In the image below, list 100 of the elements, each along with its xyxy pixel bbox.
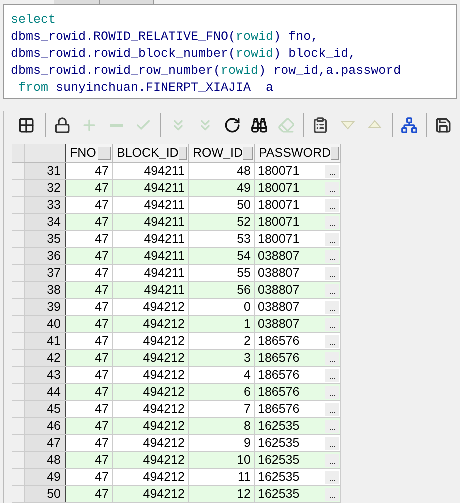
table-cell: 180071 [255, 214, 341, 230]
row-number[interactable]: 38 [25, 282, 66, 298]
column-header[interactable]: PASSWORD [255, 144, 341, 162]
row-number[interactable]: 32 [25, 180, 66, 196]
row-indicator[interactable] [12, 367, 25, 383]
grid-icon [18, 116, 35, 134]
table-cell: 47 [66, 248, 113, 264]
sort-button[interactable] [243, 146, 253, 160]
row-indicator[interactable] [12, 401, 25, 417]
ellipsis-button[interactable] [325, 232, 339, 246]
row-number[interactable]: 45 [25, 401, 66, 417]
row-number[interactable]: 36 [25, 248, 66, 264]
row-indicator[interactable] [12, 350, 25, 366]
table-cell: 47 [66, 418, 113, 434]
row-indicator[interactable] [12, 316, 25, 332]
row-number[interactable]: 39 [25, 299, 66, 315]
row-indicator[interactable] [12, 248, 25, 264]
row-number[interactable]: 47 [25, 435, 66, 451]
row-indicator[interactable] [12, 163, 25, 179]
ellipsis-button[interactable] [325, 488, 339, 500]
row-indicator[interactable] [12, 486, 25, 502]
table-cell: 494211 [113, 248, 189, 264]
row-indicator[interactable] [12, 333, 25, 349]
row-number[interactable]: 44 [25, 384, 66, 400]
table-cell: 47 [66, 316, 113, 332]
row-indicator[interactable] [12, 435, 25, 451]
code-line: select [11, 12, 58, 29]
ellipsis-button[interactable] [325, 250, 339, 262]
table-cell: 162535 [255, 418, 341, 434]
ellipsis-button[interactable] [325, 334, 339, 348]
row-indicator[interactable] [12, 265, 25, 281]
code-line: dbms_rowid.rowid_row_number(rowid) row_id,a.password [11, 62, 402, 80]
ellipsis-button[interactable] [325, 368, 339, 382]
table-cell: 494212 [113, 316, 189, 332]
column-header[interactable]: FNO [66, 144, 113, 162]
table-cell: 47 [66, 384, 113, 400]
ellipsis-button[interactable] [325, 216, 339, 228]
sort-button[interactable] [98, 146, 111, 160]
tree-icon [400, 116, 418, 134]
ellipsis-button[interactable] [325, 454, 339, 466]
row-number[interactable]: 31 [25, 163, 66, 179]
table-cell: 47 [66, 350, 113, 366]
row-indicator[interactable] [12, 231, 25, 247]
table-cell: 10 [189, 452, 255, 468]
row-number[interactable]: 34 [25, 214, 66, 230]
table-cell: 494212 [113, 384, 189, 400]
minus-icon [110, 124, 123, 127]
sort-button[interactable] [331, 146, 339, 160]
ellipsis-button[interactable] [325, 284, 339, 296]
row-indicator[interactable] [12, 418, 25, 434]
row-number[interactable]: 46 [25, 418, 66, 434]
row-indicator[interactable] [12, 282, 25, 298]
ellipsis-button[interactable] [325, 436, 339, 450]
ellipsis-button[interactable] [325, 470, 339, 484]
row-number[interactable]: 41 [25, 333, 66, 349]
table-cell: 038807 [255, 316, 341, 332]
row-indicator[interactable] [12, 384, 25, 400]
ellipsis-button[interactable] [325, 266, 339, 280]
table-cell: 038807 [255, 248, 341, 264]
row-number[interactable]: 48 [25, 452, 66, 468]
sql-editor[interactable]: select dbms_rowid.ROWID_RELATIVE_FNO(rowid) fno, dbms_rowid.rowid_block_number(rowid) block_id, dbms_rowid.rowid_row_number(rowid) row_id,a.password from sunyinchuan.FINERPT_XIAJIA a [3, 4, 457, 98]
table-cell: 494212 [113, 452, 189, 468]
row-number[interactable]: 33 [25, 197, 66, 213]
ellipsis-button[interactable] [325, 402, 339, 416]
ellipsis-button[interactable] [325, 182, 339, 194]
row-indicator[interactable] [12, 299, 25, 315]
row-number[interactable]: 37 [25, 265, 66, 281]
ellipsis-button[interactable] [325, 352, 339, 364]
sort-button[interactable] [178, 146, 187, 160]
ellipsis-button[interactable] [325, 198, 339, 212]
editor-tab[interactable] [100, 0, 154, 4]
table-cell: 52 [189, 214, 255, 230]
ellipsis-button[interactable] [325, 300, 339, 314]
eraser-icon [278, 116, 295, 134]
refresh-icon [224, 116, 241, 134]
row-number[interactable]: 35 [25, 231, 66, 247]
row-indicator[interactable] [12, 469, 25, 485]
row-number[interactable]: 49 [25, 469, 66, 485]
row-number[interactable]: 40 [25, 316, 66, 332]
table-cell: 186576 [255, 384, 341, 400]
row-number[interactable]: 43 [25, 367, 66, 383]
row-indicator[interactable] [12, 197, 25, 213]
ellipsis-button[interactable] [325, 386, 339, 398]
table-cell: 180071 [255, 180, 341, 196]
row-indicator[interactable] [12, 214, 25, 230]
editor-tab[interactable] [54, 0, 100, 4]
lock-icon [54, 116, 71, 134]
table-cell: 494211 [113, 214, 189, 230]
table-cell: 47 [66, 180, 113, 196]
row-number[interactable]: 42 [25, 350, 66, 366]
table-cell: 494212 [113, 350, 189, 366]
ellipsis-button[interactable] [325, 420, 339, 432]
ellipsis-button[interactable] [325, 318, 339, 330]
column-header[interactable]: ROW_ID [189, 144, 255, 162]
ellipsis-button[interactable] [325, 164, 339, 178]
row-indicator[interactable] [12, 180, 25, 196]
table-cell: 6 [189, 384, 255, 400]
column-header[interactable]: BLOCK_ID [113, 144, 189, 162]
row-indicator[interactable] [12, 452, 25, 468]
row-number[interactable]: 50 [25, 486, 66, 502]
